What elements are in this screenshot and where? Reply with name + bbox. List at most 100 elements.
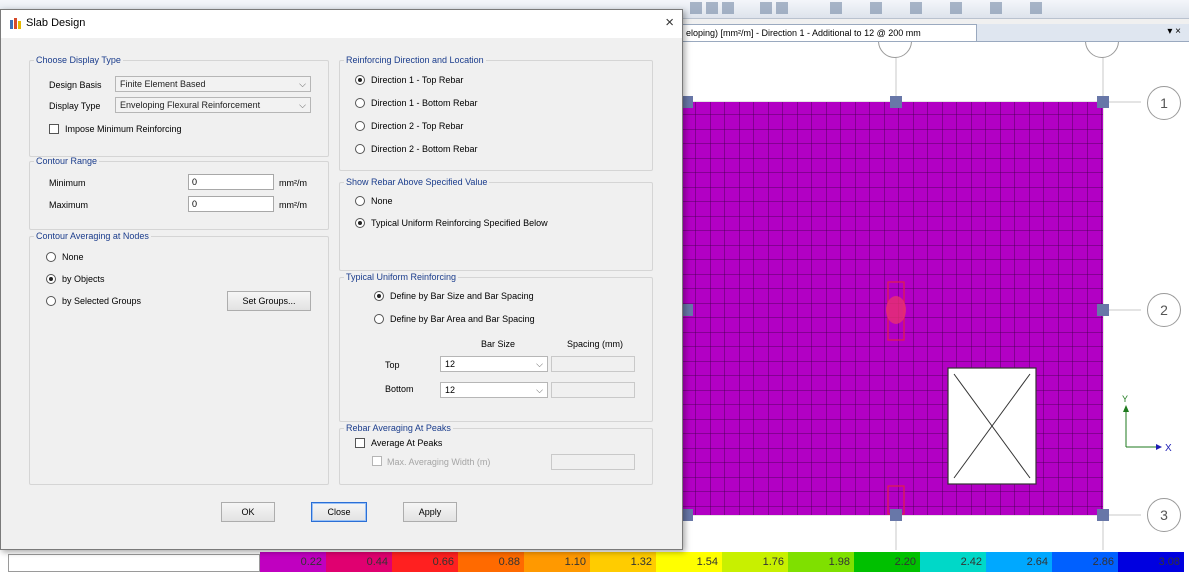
column xyxy=(890,509,902,521)
averaging-objects-radio[interactable] xyxy=(46,274,56,284)
toolbar-icon[interactable] xyxy=(760,2,772,14)
legend-value: 0.66 xyxy=(432,556,454,568)
impose-min-label: Impose Minimum Reinforcing xyxy=(65,124,182,134)
toolbar-icon[interactable] xyxy=(910,2,922,14)
design-basis-value: Finite Element Based xyxy=(120,79,206,89)
averaging-objects-label: by Objects xyxy=(62,274,105,284)
legend-segment: 2.64 xyxy=(986,552,1052,572)
contour-range-legend: Contour Range xyxy=(36,156,98,166)
column-hotspot xyxy=(886,296,906,324)
dir2-bottom-radio[interactable] xyxy=(355,144,365,154)
dir1-bottom-label: Direction 1 - Bottom Rebar xyxy=(371,98,478,108)
slab-design-dialog: Slab Design × Choose Display Type Design… xyxy=(0,9,683,550)
area-spacing-label: Define by Bar Area and Bar Spacing xyxy=(390,314,535,324)
apply-button[interactable]: Apply xyxy=(403,502,457,522)
legend-value: 2.20 xyxy=(894,556,916,568)
slab-design-icon xyxy=(10,18,21,29)
legend-value: 3.08 xyxy=(1158,556,1180,568)
area-spacing-radio[interactable] xyxy=(374,314,384,324)
max-width-label: Max. Averaging Width (m) xyxy=(387,457,491,467)
dir1-bottom-radio[interactable] xyxy=(355,98,365,108)
average-peaks-label: Average At Peaks xyxy=(371,438,443,448)
toolbar-icon[interactable] xyxy=(1030,2,1042,14)
view-menu-icon[interactable]: ▾ × xyxy=(1167,26,1181,37)
maximum-label: Maximum xyxy=(49,200,89,210)
show-rebar-none-label: None xyxy=(371,196,393,206)
legend-segment: 0.66 xyxy=(392,552,458,572)
slab-plan-drawing: X Y xyxy=(681,42,1172,550)
toolbar-icon[interactable] xyxy=(722,2,734,14)
contour-averaging-group: Contour Averaging at Nodes xyxy=(29,231,329,485)
legend-value: 0.44 xyxy=(366,556,388,568)
display-type-legend: Choose Display Type xyxy=(36,55,121,65)
legend-value: 1.98 xyxy=(828,556,850,568)
averaging-none-label: None xyxy=(62,252,84,262)
toolbar-icon[interactable] xyxy=(870,2,882,14)
grid-bubble-1: 1 xyxy=(1147,86,1181,120)
display-type-value: Enveloping Flexural Reinforcement xyxy=(120,100,261,110)
averaging-none-radio[interactable] xyxy=(46,252,56,262)
averaging-groups-label: by Selected Groups xyxy=(62,296,142,306)
legend-value: 1.10 xyxy=(564,556,586,568)
legend-segment: 1.76 xyxy=(722,552,788,572)
max-width-checkbox[interactable] xyxy=(372,456,382,466)
toolbar-icon[interactable] xyxy=(830,2,842,14)
show-rebar-typical-radio[interactable] xyxy=(355,218,365,228)
legend-value: 2.64 xyxy=(1026,556,1048,568)
bottom-spacing-input[interactable] xyxy=(551,382,635,398)
max-width-input[interactable] xyxy=(551,454,635,470)
reinforcing-direction-legend: Reinforcing Direction and Location xyxy=(346,55,484,65)
top-bar-size-select[interactable]: 12 ⌵ xyxy=(440,356,548,372)
dialog-title: Slab Design xyxy=(26,17,86,29)
set-groups-button[interactable]: Set Groups... xyxy=(227,291,311,311)
ok-button[interactable]: OK xyxy=(221,502,275,522)
close-icon[interactable]: × xyxy=(665,14,674,31)
show-rebar-legend: Show Rebar Above Specified Value xyxy=(346,177,488,187)
toolbar-icon[interactable] xyxy=(690,2,702,14)
impose-min-checkbox[interactable] xyxy=(49,124,59,134)
chevron-down-icon: ⌵ xyxy=(536,359,543,369)
display-type-select[interactable]: Enveloping Flexural Reinforcement ⌵ xyxy=(115,97,311,113)
legend-segment: 3.08 xyxy=(1118,552,1184,572)
grid-bubble-2: 2 xyxy=(1147,293,1181,327)
dir2-top-label: Direction 2 - Top Rebar xyxy=(371,121,464,131)
legend-value: 1.32 xyxy=(630,556,652,568)
top-label: Top xyxy=(385,360,400,370)
column xyxy=(1097,304,1109,316)
legend-value: 0.88 xyxy=(498,556,520,568)
show-rebar-none-radio[interactable] xyxy=(355,196,365,206)
legend-segment: 1.32 xyxy=(590,552,656,572)
legend-segment: 1.10 xyxy=(524,552,590,572)
dir2-bottom-label: Direction 2 - Bottom Rebar xyxy=(371,144,478,154)
toolbar-icon[interactable] xyxy=(776,2,788,14)
column xyxy=(1097,96,1109,108)
legend-segment: 1.54 xyxy=(656,552,722,572)
averaging-groups-radio[interactable] xyxy=(46,296,56,306)
design-basis-select[interactable]: Finite Element Based ⌵ xyxy=(115,76,311,92)
minimum-input[interactable]: 0 xyxy=(188,174,274,190)
toolbar-icon[interactable] xyxy=(706,2,718,14)
toolbar-icon[interactable] xyxy=(950,2,962,14)
top-spacing-input[interactable] xyxy=(551,356,635,372)
view-tab[interactable]: eloping) [mm²/m] - Direction 1 - Additio… xyxy=(681,24,977,41)
design-basis-label: Design Basis xyxy=(49,80,102,90)
rebar-averaging-legend: Rebar Averaging At Peaks xyxy=(346,423,451,433)
legend-value: 0.22 xyxy=(300,556,322,568)
maximum-input[interactable]: 0 xyxy=(188,196,274,212)
bottom-bar-size-select[interactable]: 12 ⌵ xyxy=(440,382,548,398)
maximum-unit: mm²/m xyxy=(279,200,307,210)
close-button[interactable]: Close xyxy=(311,502,367,522)
dir2-top-radio[interactable] xyxy=(355,121,365,131)
legend-segment: 2.42 xyxy=(920,552,986,572)
dir1-top-radio[interactable] xyxy=(355,75,365,85)
contour-legend-bar: 0.22 0.44 0.66 0.88 1.10 1.32 1.54 1.76 1.98 2.20… xyxy=(0,550,1189,575)
chevron-down-icon: ⌵ xyxy=(299,79,306,89)
size-spacing-radio[interactable] xyxy=(374,291,384,301)
spacing-header: Spacing (mm) xyxy=(567,339,624,349)
legend-segment: 2.20 xyxy=(854,552,920,572)
model-view[interactable]: X Y 1 2 3 xyxy=(681,42,1189,550)
toolbar-icon[interactable] xyxy=(990,2,1002,14)
dialog-titlebar[interactable]: Slab Design × xyxy=(1,10,682,38)
average-peaks-checkbox[interactable] xyxy=(355,438,365,448)
legend-frame xyxy=(8,554,260,572)
